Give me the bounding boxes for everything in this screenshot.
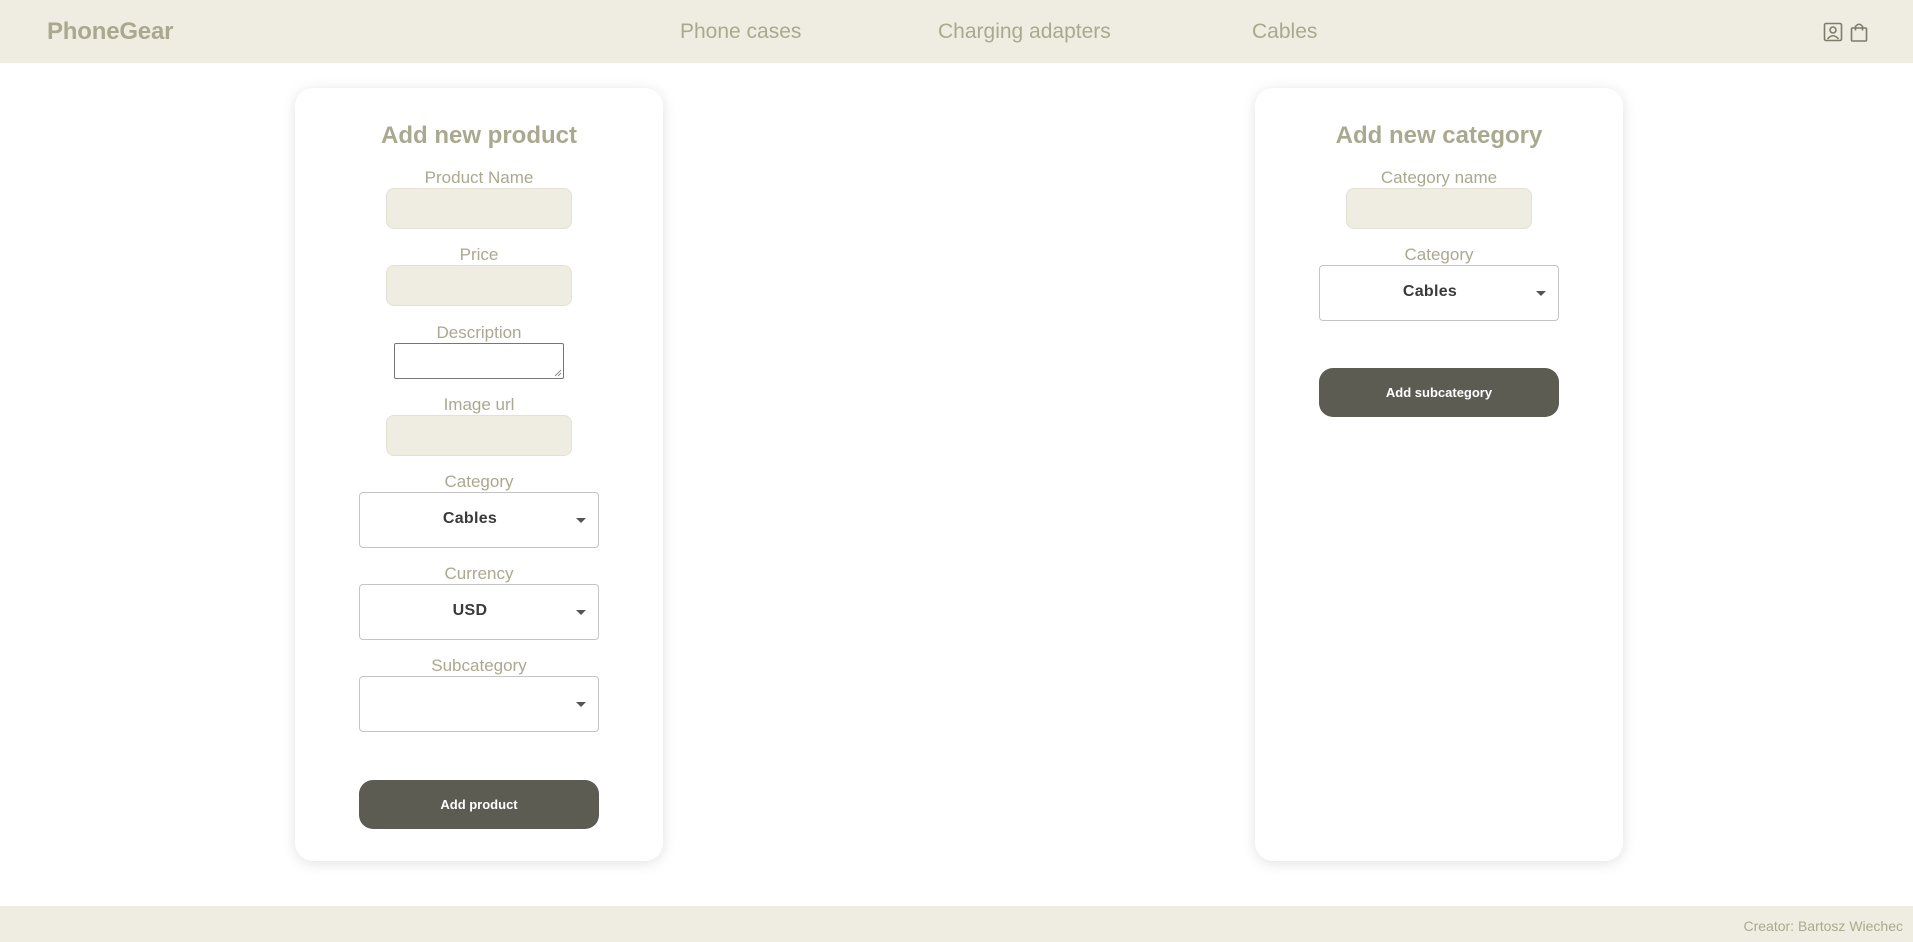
nav-link-phone-cases[interactable]: Phone cases bbox=[680, 20, 801, 44]
category-label: Category bbox=[444, 472, 514, 491]
currency-label: Currency bbox=[444, 564, 514, 583]
image-url-label: Image url bbox=[443, 395, 515, 414]
parent-category-select-value: Cables bbox=[1402, 283, 1458, 300]
category-name-label: Category name bbox=[1380, 168, 1498, 187]
shopping-bag-icon[interactable] bbox=[1848, 21, 1870, 43]
chevron-down-icon bbox=[1536, 291, 1546, 296]
add-product-title: Add new product bbox=[381, 122, 577, 149]
product-name-label: Product Name bbox=[424, 168, 534, 187]
add-category-title: Add new category bbox=[1335, 122, 1543, 149]
description-textarea[interactable] bbox=[394, 343, 564, 379]
parent-category-label: Category bbox=[1404, 245, 1474, 264]
footer: Creator: Bartosz Wiechec bbox=[0, 906, 1913, 942]
add-subcategory-button[interactable]: Add subcategory bbox=[1319, 368, 1559, 417]
nav-link-cables[interactable]: Cables bbox=[1252, 20, 1317, 44]
image-url-input[interactable] bbox=[386, 415, 572, 456]
description-label: Description bbox=[436, 323, 522, 342]
chevron-down-icon bbox=[576, 518, 586, 523]
nav-link-charging-adapters[interactable]: Charging adapters bbox=[938, 20, 1111, 44]
currency-select[interactable]: USD bbox=[359, 584, 599, 640]
product-name-input[interactable] bbox=[386, 188, 572, 229]
subcategory-label: Subcategory bbox=[431, 656, 527, 675]
user-icon[interactable] bbox=[1822, 21, 1844, 43]
add-product-button[interactable]: Add product bbox=[359, 780, 599, 829]
category-name-input[interactable] bbox=[1346, 188, 1532, 229]
chevron-down-icon bbox=[576, 702, 586, 707]
navbar: PhoneGear Phone cases Charging adapters … bbox=[0, 0, 1913, 63]
currency-select-value: USD bbox=[452, 602, 488, 619]
chevron-down-icon bbox=[576, 610, 586, 615]
resize-grip-icon[interactable] bbox=[554, 369, 562, 377]
price-input[interactable] bbox=[386, 265, 572, 306]
add-product-card: Add new product Product Name Price Descr… bbox=[295, 88, 663, 861]
price-label: Price bbox=[459, 245, 499, 264]
logo[interactable]: PhoneGear bbox=[47, 18, 173, 46]
category-select-value: Cables bbox=[442, 510, 498, 527]
add-category-card: Add new category Category name Category … bbox=[1255, 88, 1623, 861]
subcategory-select[interactable] bbox=[359, 676, 599, 732]
category-select[interactable]: Cables bbox=[359, 492, 599, 548]
parent-category-select[interactable]: Cables bbox=[1319, 265, 1559, 321]
footer-credit: Creator: Bartosz Wiechec bbox=[1743, 918, 1904, 934]
